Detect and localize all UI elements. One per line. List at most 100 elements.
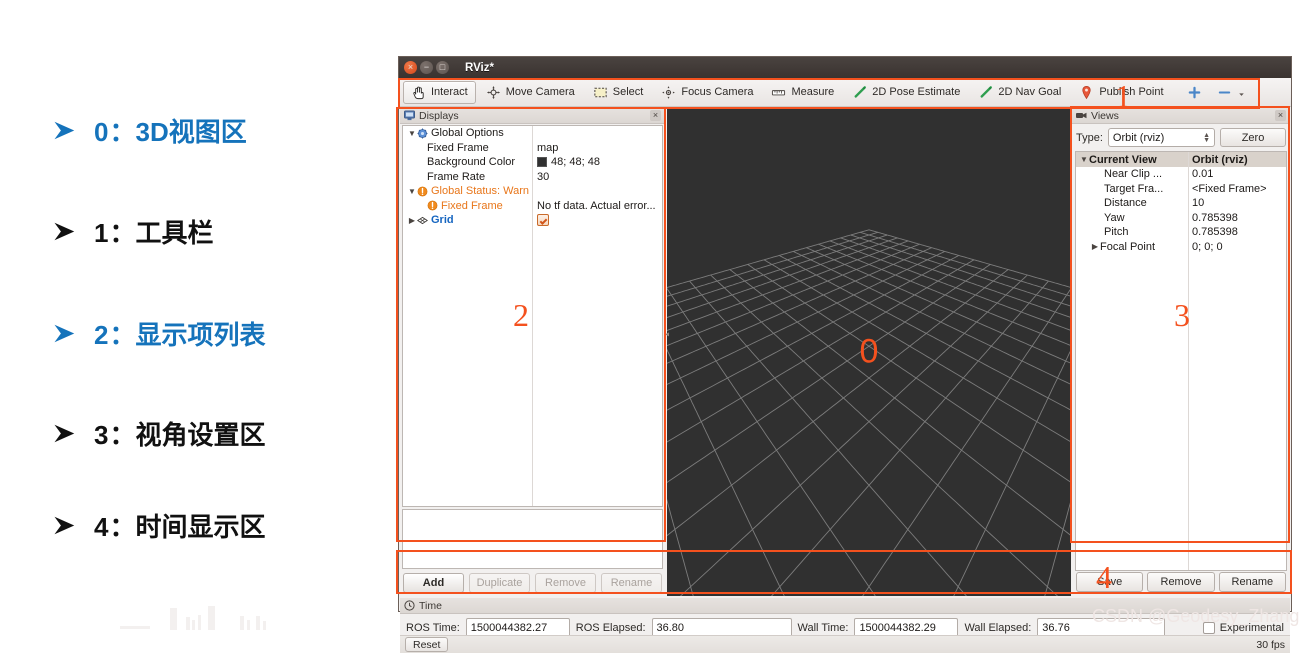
table-row[interactable]: ▶ Focal Point 0; 0; 0	[1076, 240, 1286, 255]
legend-item-4: 4：时间显示区	[52, 507, 266, 544]
close-icon[interactable]: ×	[1275, 110, 1286, 121]
views-type-row: Type: Orbit (rviz) ▲ ▼ Zero	[1072, 124, 1290, 148]
splitter-left[interactable]: ◂	[665, 329, 669, 340]
toolbar-button-move-camera[interactable]: Move Camera	[478, 81, 583, 104]
displays-rename-button[interactable]: Rename	[601, 572, 662, 593]
table-row[interactable]: Fixed Frame No tf data. Actual error...	[403, 199, 662, 214]
twisty-icon[interactable]: ▶	[407, 216, 417, 225]
warning-icon	[427, 200, 438, 211]
twisty-icon[interactable]: ▼	[407, 129, 417, 138]
displays-panel-title: Displays	[419, 109, 459, 122]
table-row[interactable]: ▼ Global Options	[403, 126, 662, 141]
views-rename-button[interactable]: Rename	[1218, 572, 1286, 592]
add-tool-button[interactable]	[1182, 81, 1212, 104]
legend-item-text: 时间显示区	[135, 512, 266, 542]
views-row-value[interactable]: 0.785398	[1188, 212, 1286, 224]
views-row-label: Focal Point	[1100, 240, 1156, 253]
views-row-label: Target Fra...	[1104, 182, 1164, 195]
legend-item-number: 0	[94, 117, 110, 147]
views-type-value: Orbit (rviz)	[1112, 131, 1165, 144]
views-row-label: Distance	[1104, 197, 1147, 210]
displays-row-value-cell[interactable]: 48; 48; 48	[532, 156, 662, 168]
arrow-bullet-icon	[54, 222, 75, 240]
maximize-button[interactable]: □	[436, 61, 449, 74]
legend-item-number: 1	[94, 218, 110, 248]
window-title: RViz*	[465, 61, 494, 74]
table-row[interactable]: Near Clip ... 0.01	[1076, 167, 1286, 182]
twisty-icon[interactable]: ▶	[1090, 242, 1100, 251]
watermark-bars-icon	[120, 606, 266, 630]
displays-row-value-cell[interactable]	[532, 214, 662, 227]
table-row[interactable]: Target Fra... <Fixed Frame>	[1076, 182, 1286, 197]
time-field-label: Wall Time:	[797, 621, 849, 634]
toolbar-button-2d-pose-estimate[interactable]: 2D Pose Estimate	[844, 81, 968, 104]
table-row[interactable]: ▼ Global Status: Warn	[403, 184, 662, 199]
toolbar-button-interact[interactable]: Interact	[403, 80, 476, 104]
annotation-number-2: 2	[513, 297, 529, 333]
views-type-select[interactable]: Orbit (rviz) ▲ ▼	[1107, 128, 1215, 147]
toolbar-button-select[interactable]: Select	[585, 81, 652, 104]
views-row-value[interactable]: <Fixed Frame>	[1188, 183, 1286, 195]
views-panel-header: Views ×	[1072, 108, 1290, 124]
views-row-value[interactable]: 10	[1188, 197, 1286, 209]
displays-row-name-cell: ▼ Global Options	[403, 127, 532, 139]
table-row[interactable]: Pitch 0.785398	[1076, 225, 1286, 240]
views-remove-button[interactable]: Remove	[1147, 572, 1215, 592]
table-row[interactable]: Fixed Frame map	[403, 141, 662, 156]
close-icon[interactable]: ×	[650, 110, 661, 121]
views-row-value[interactable]: 0.785398	[1188, 226, 1286, 238]
reset-button[interactable]: Reset	[405, 637, 449, 652]
toolbar-button-focus-camera[interactable]: Focus Camera	[653, 81, 761, 104]
displays-row-value-cell[interactable]: 30	[532, 171, 662, 183]
views-row-value[interactable]: 0; 0; 0	[1188, 241, 1286, 253]
enabled-checkbox[interactable]	[537, 214, 549, 227]
legend-item-number: 2	[94, 320, 110, 350]
displays-remove-button[interactable]: Remove	[535, 572, 596, 593]
views-row-name-cell: Target Fra...	[1076, 183, 1188, 195]
table-row[interactable]: Yaw 0.785398	[1076, 211, 1286, 226]
monitor-icon	[404, 110, 415, 121]
grid-line	[679, 274, 1028, 596]
displays-row-name-cell: Background Color	[403, 156, 532, 168]
displays-panel-header: Displays ×	[400, 108, 665, 124]
legend-item-separator: ：	[109, 320, 136, 350]
gear-icon	[417, 128, 428, 139]
displays-buttons[interactable]: Add Duplicate Remove Rename	[400, 571, 665, 596]
twisty-icon[interactable]: ▼	[407, 187, 417, 196]
displays-duplicate-button[interactable]: Duplicate	[469, 572, 530, 593]
views-row-label: Pitch	[1104, 226, 1129, 239]
grid-line	[729, 269, 1071, 537]
displays-row-label: Fixed Frame	[427, 141, 489, 154]
legend-item-separator: ：	[109, 420, 136, 450]
displays-row-value-cell[interactable]: No tf data. Actual error...	[532, 200, 662, 212]
displays-tree[interactable]: ▼ Global Options Fixed Frame map Background …	[402, 125, 663, 507]
twisty-icon[interactable]: ▼	[1079, 155, 1089, 164]
views-row-label: Yaw	[1104, 211, 1125, 224]
grid-line	[667, 243, 920, 347]
displays-add-button[interactable]: Add	[403, 572, 464, 593]
views-tree[interactable]: ▼ Current View Orbit (rviz) Near Clip ... 0.…	[1075, 151, 1287, 571]
spinner-icon[interactable]: ▲ ▼	[1203, 132, 1210, 144]
zero-button[interactable]: Zero	[1220, 128, 1286, 147]
minimize-button[interactable]: −	[420, 61, 433, 74]
views-row-value[interactable]: 0.01	[1188, 168, 1286, 180]
table-row[interactable]: Background Color 48; 48; 48	[403, 155, 662, 170]
annotation-number-1: 1	[1115, 78, 1131, 114]
select-rect-icon	[594, 87, 607, 97]
arrow-bullet-icon	[54, 324, 75, 342]
table-row[interactable]: ▶ Grid	[403, 213, 662, 228]
views-row-label: Near Clip ...	[1104, 168, 1163, 181]
toolbar-button-measure[interactable]: Measure	[763, 81, 842, 104]
table-row[interactable]: Frame Rate 30	[403, 170, 662, 185]
main-toolbar[interactable]: Interact Move Camera Select Focus Camera Mea…	[399, 78, 1291, 107]
toolbar-button-2d-nav-goal[interactable]: 2D Nav Goal	[970, 81, 1069, 104]
displays-row-name-cell: Frame Rate	[403, 171, 532, 183]
displays-row-value-cell[interactable]: map	[532, 142, 662, 154]
close-button[interactable]: ×	[404, 61, 417, 74]
map-pin-icon	[1082, 85, 1091, 99]
table-row[interactable]: Distance 10	[1076, 196, 1286, 211]
legend-item-1: 1：工具栏	[52, 213, 214, 250]
legend-item-text: 视角设置区	[135, 420, 266, 450]
3d-viewport[interactable]: 0	[667, 108, 1071, 596]
remove-tool-button[interactable]	[1214, 81, 1249, 104]
